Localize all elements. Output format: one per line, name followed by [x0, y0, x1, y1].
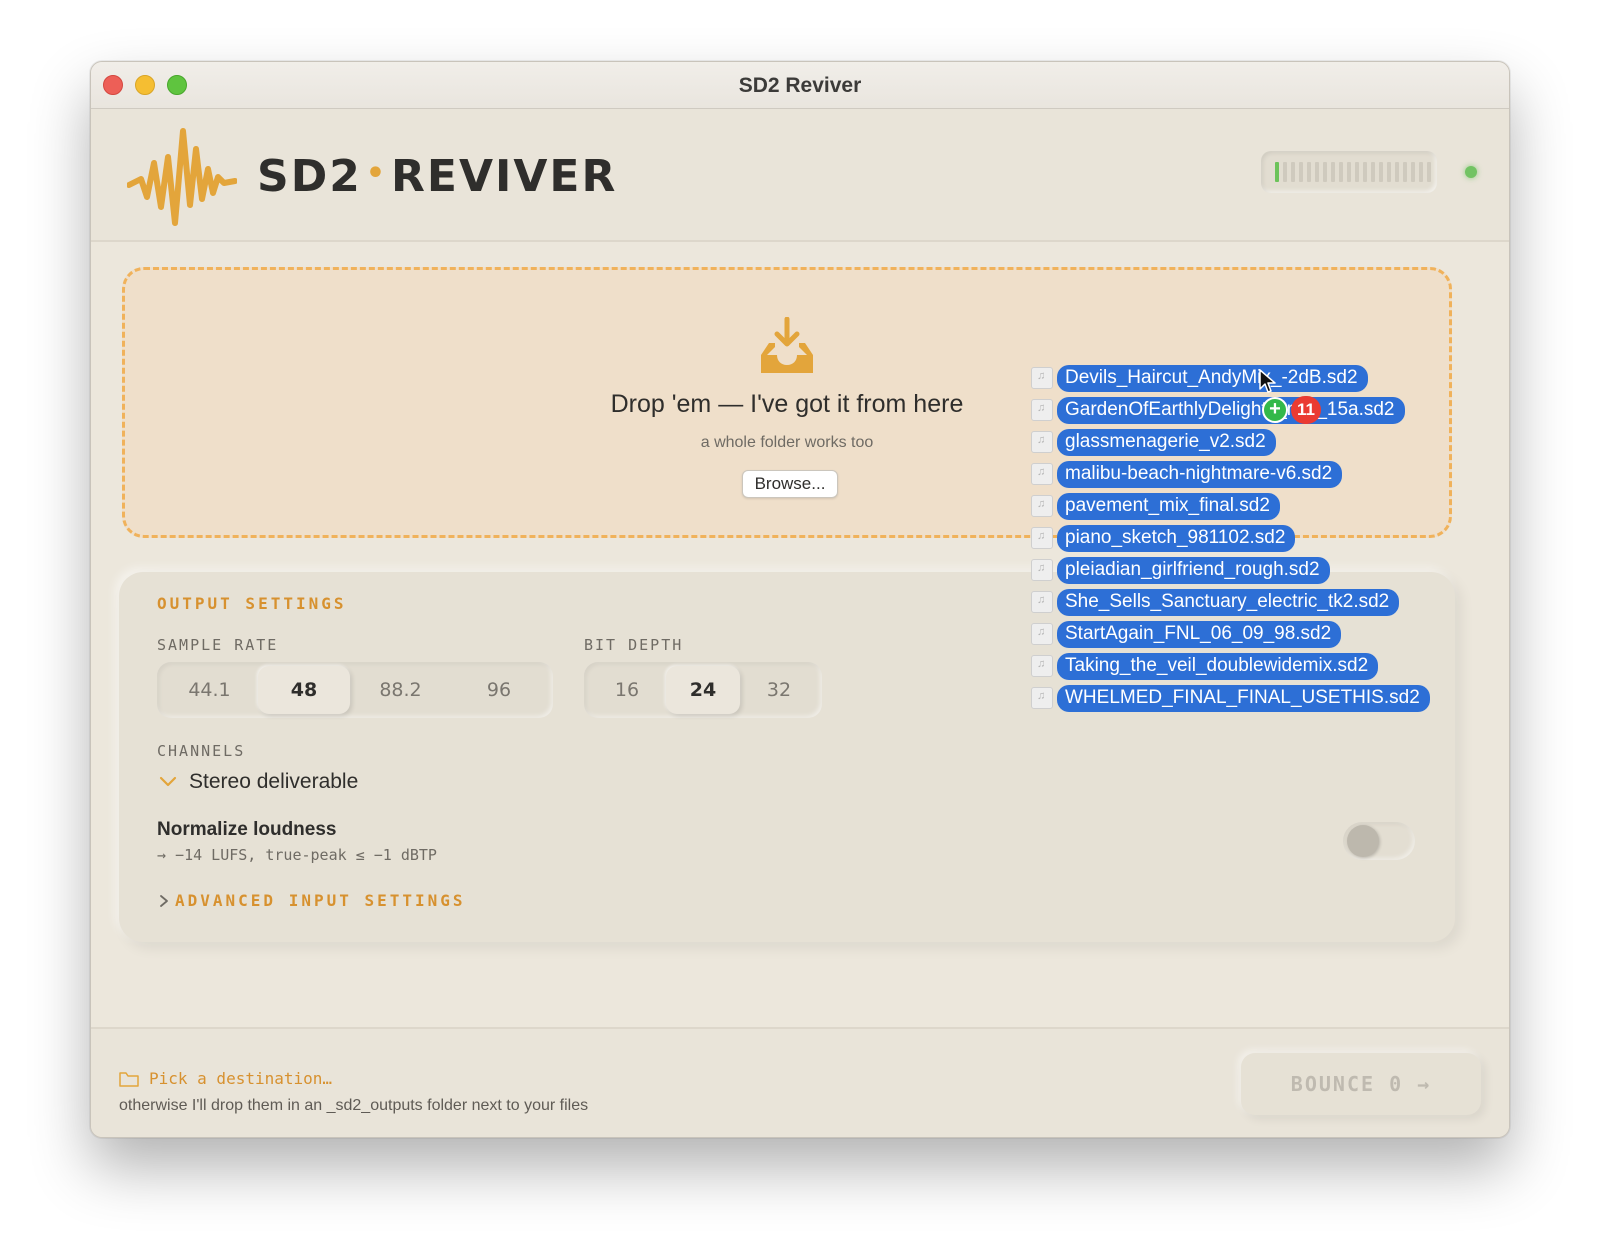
sample-rate-option-48[interactable]: 48: [258, 666, 350, 714]
level-meter-bars: [1275, 162, 1431, 182]
brand-dot: •: [365, 156, 388, 191]
bounce-button[interactable]: BOUNCE 0 →: [1241, 1053, 1481, 1115]
audio-file-icon: [1031, 527, 1053, 549]
channels-dropdown[interactable]: Stereo deliverable: [159, 770, 358, 794]
mouse-cursor-icon: [1259, 369, 1276, 393]
level-meter-bar: [1411, 162, 1415, 182]
level-meter-bar: [1371, 162, 1375, 182]
channels-value: Stereo deliverable: [189, 770, 359, 793]
brand-sd2: SD2: [257, 151, 362, 202]
chevron-right-icon: [160, 894, 168, 907]
drag-file-name: GardenOfEarthlyDelights_mix_15a.sd2: [1057, 396, 1405, 424]
audio-file-icon: [1031, 463, 1053, 485]
channels-label: CHANNELS: [157, 742, 246, 760]
title-bar: SD2 Reviver: [91, 62, 1509, 109]
level-meter-bar: [1379, 162, 1383, 182]
sample-rate-option-88-2[interactable]: 88.2: [350, 666, 451, 714]
bit-depth-option-32[interactable]: 32: [740, 666, 818, 714]
drag-file-name: malibu-beach-nightmare-v6.sd2: [1057, 460, 1343, 488]
drag-file-item: Devils_Haircut_AndyMix_-2dB.sd2: [1031, 364, 1368, 392]
level-meter-bar: [1291, 162, 1295, 182]
brand-reviver: REVIVER: [391, 151, 618, 202]
status-led: [1465, 166, 1477, 178]
level-meter-bar: [1331, 162, 1335, 182]
footer-bar: Pick a destination… otherwise I'll drop …: [91, 1027, 1509, 1137]
advanced-input-settings-disclosure[interactable]: ADVANCED INPUT SETTINGS: [159, 891, 466, 910]
drag-file-item: WHELMED_FINAL_FINAL_USETHIS.sd2: [1031, 684, 1430, 712]
drag-file-item: piano_sketch_981102.sd2: [1031, 524, 1296, 552]
audio-file-icon: [1031, 687, 1053, 709]
advanced-input-settings-label: ADVANCED INPUT SETTINGS: [175, 891, 466, 910]
bounce-label: BOUNCE 0 →: [1290, 1072, 1432, 1096]
drag-count-badge: 11: [1291, 396, 1321, 424]
drag-file-item: malibu-beach-nightmare-v6.sd2: [1031, 460, 1343, 488]
pick-destination-link[interactable]: Pick a destination…: [119, 1069, 332, 1088]
level-meter-bar: [1395, 162, 1399, 182]
level-meter-bar: [1283, 162, 1287, 182]
drag-file-item: Taking_the_veil_doublewidemix.sd2: [1031, 652, 1379, 680]
drag-file-name: WHELMED_FINAL_FINAL_USETHIS.sd2: [1057, 684, 1430, 712]
bit-depth-option-24[interactable]: 24: [666, 666, 740, 714]
bit-depth-label: BIT DEPTH: [584, 636, 684, 654]
level-meter-bar: [1299, 162, 1303, 182]
level-meter-bar: [1323, 162, 1327, 182]
level-meter-bar: [1339, 162, 1343, 182]
audio-file-icon: [1031, 367, 1053, 389]
app-header: SD2 •REVIVER: [91, 109, 1509, 242]
sample-rate-option-44-1[interactable]: 44.1: [161, 666, 258, 714]
level-meter: [1261, 151, 1437, 193]
level-meter-bar: [1315, 162, 1319, 182]
audio-file-icon: [1031, 431, 1053, 453]
destination-hint: otherwise I'll drop them in an _sd2_outp…: [119, 1097, 589, 1114]
browse-button[interactable]: Browse...: [742, 470, 838, 498]
normalize-toggle[interactable]: [1343, 822, 1415, 860]
level-meter-bar: [1275, 162, 1279, 182]
chevron-down-icon: [159, 776, 177, 787]
level-meter-bar: [1355, 162, 1359, 182]
level-meter-bar: [1387, 162, 1391, 182]
brand-wordmark: SD2 •REVIVER: [257, 151, 617, 202]
drag-file-name: pavement_mix_final.sd2: [1057, 492, 1280, 520]
drag-file-name: Taking_the_veil_doublewidemix.sd2: [1057, 652, 1379, 680]
window-title: SD2 Reviver: [738, 74, 862, 97]
inbox-download-icon: [761, 317, 813, 373]
drag-file-item: StartAgain_FNL_06_09_98.sd2: [1031, 620, 1342, 648]
bit-depth-selector: 16 24 32: [584, 662, 822, 718]
output-settings-heading: OUTPUT SETTINGS: [157, 594, 347, 613]
audio-file-icon: [1031, 591, 1053, 613]
drag-file-item: GardenOfEarthlyDelights_mix_15a.sd2: [1031, 396, 1405, 424]
sample-rate-selector: 44.1 48 88.2 96: [157, 662, 553, 718]
audio-file-icon: [1031, 623, 1053, 645]
audio-file-icon: [1031, 399, 1053, 421]
audio-file-icon: [1031, 559, 1053, 581]
drag-file-name: StartAgain_FNL_06_09_98.sd2: [1057, 620, 1342, 648]
level-meter-bar: [1363, 162, 1367, 182]
level-meter-bar: [1347, 162, 1351, 182]
bit-depth-option-16[interactable]: 16: [588, 666, 666, 714]
drag-file-item: She_Sells_Sanctuary_electric_tk2.sd2: [1031, 588, 1400, 616]
drag-file-name: piano_sketch_981102.sd2: [1057, 524, 1296, 552]
drag-copy-plus-icon: +: [1262, 397, 1288, 423]
audio-file-icon: [1031, 495, 1053, 517]
sample-rate-option-96[interactable]: 96: [451, 666, 547, 714]
folder-icon: [119, 1071, 139, 1087]
sample-rate-label: SAMPLE RATE: [157, 636, 279, 654]
drag-file-name: glassmenagerie_v2.sd2: [1057, 428, 1276, 456]
drag-file-name: She_Sells_Sanctuary_electric_tk2.sd2: [1057, 588, 1400, 616]
level-meter-bar: [1419, 162, 1423, 182]
toggle-knob: [1347, 825, 1379, 857]
drag-file-item: glassmenagerie_v2.sd2: [1031, 428, 1276, 456]
level-meter-bar: [1427, 162, 1431, 182]
drag-file-item: pavement_mix_final.sd2: [1031, 492, 1280, 520]
normalize-title: Normalize loudness: [157, 819, 337, 840]
level-meter-bar: [1403, 162, 1407, 182]
level-meter-bar: [1307, 162, 1311, 182]
drag-file-name: Devils_Haircut_AndyMix_-2dB.sd2: [1057, 364, 1368, 392]
waveform-logo-icon: [127, 128, 237, 226]
pick-destination-label: Pick a destination…: [149, 1069, 333, 1088]
drag-file-name: pleiadian_girlfriend_rough.sd2: [1057, 556, 1330, 584]
drag-file-item: pleiadian_girlfriend_rough.sd2: [1031, 556, 1330, 584]
normalize-subtitle: → −14 LUFS, true-peak ≤ −1 dBTP: [157, 846, 437, 864]
audio-file-icon: [1031, 655, 1053, 677]
